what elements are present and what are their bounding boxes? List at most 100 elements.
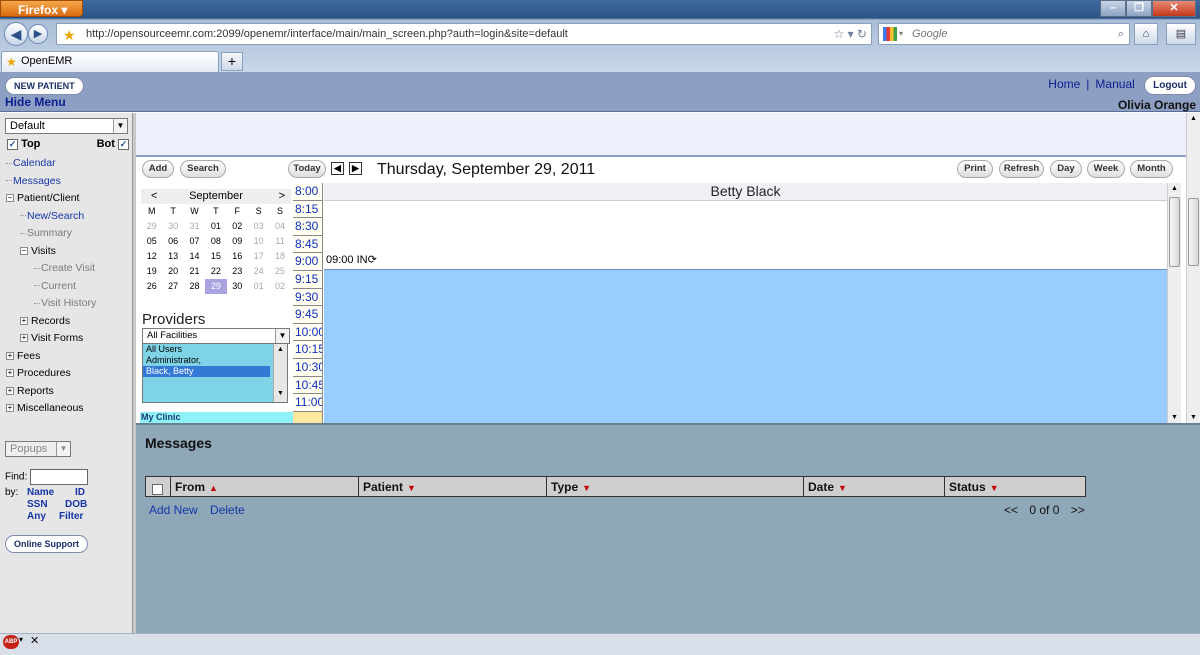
schedule-scrollbar[interactable]: ▲ ▼ <box>1167 183 1181 423</box>
new-patient-button[interactable]: NEW PATIENT <box>5 77 84 95</box>
hide-menu-link[interactable]: Hide Menu <box>5 95 66 109</box>
find-by-name[interactable]: Name <box>27 487 54 498</box>
find-by-id[interactable]: ID <box>75 487 85 498</box>
prev-day-arrow-icon[interactable]: ◀ <box>331 162 344 175</box>
calendar-day[interactable]: 12 <box>141 249 162 264</box>
search-icon[interactable]: ⌕ <box>1118 24 1124 44</box>
top-checkbox[interactable]: ✓ <box>7 138 18 150</box>
calendar-day[interactable]: 23 <box>227 264 248 279</box>
calendar-day[interactable]: 28 <box>184 279 205 294</box>
calendar-day[interactable]: 14 <box>184 249 205 264</box>
column-type[interactable]: Type ▼ <box>547 477 804 496</box>
time-slot-label[interactable]: 10:15 <box>293 341 322 359</box>
restore-button[interactable]: ❐ <box>1126 0 1152 17</box>
pager-prev[interactable]: << <box>1004 503 1018 517</box>
back-button[interactable]: ◀ <box>4 22 28 46</box>
scroll-down-icon[interactable]: ▼ <box>1187 414 1200 421</box>
expand-icon[interactable]: + <box>20 316 28 325</box>
find-by-dob[interactable]: DOB <box>65 499 87 510</box>
toolbar-menu-icon[interactable]: ▤ <box>1166 23 1196 45</box>
schedule-slots-in-office[interactable] <box>324 269 1167 423</box>
calendar-day[interactable]: 18 <box>269 249 290 264</box>
expand-icon[interactable]: + <box>6 351 14 360</box>
day-view-button[interactable]: Day <box>1050 160 1082 178</box>
firefox-menu-button[interactable]: Firefox ▾ <box>0 0 83 17</box>
calendar-day[interactable]: 06 <box>162 234 183 249</box>
time-slot-label[interactable]: 9:30 <box>293 288 322 307</box>
scroll-up-icon[interactable]: ▲ <box>1187 115 1200 122</box>
bookmark-star-icon[interactable]: ★ <box>63 25 76 45</box>
close-icon[interactable]: ✕ <box>30 634 39 647</box>
calendar-day[interactable]: 08 <box>205 234 226 249</box>
calendar-day[interactable]: 17 <box>248 249 269 264</box>
nav-item-reports[interactable]: + Reports <box>6 383 132 401</box>
column-status[interactable]: Status ▼ <box>945 477 1085 496</box>
nav-item-visits[interactable]: − Visits <box>6 243 132 261</box>
calendar-day[interactable]: 01 <box>205 219 226 234</box>
home-link[interactable]: Home <box>1048 77 1080 91</box>
time-slot-label[interactable]: 8:30 <box>293 218 322 236</box>
logout-button[interactable]: Logout <box>1144 76 1196 95</box>
facility-select[interactable]: All Facilities ▼ <box>142 328 290 344</box>
find-by-ssn[interactable]: SSN <box>27 499 48 510</box>
schedule-grid[interactable]: Betty Black 09:00 IN⟳ <box>324 183 1167 423</box>
calendar-day[interactable]: 27 <box>162 279 183 294</box>
time-slot-label[interactable]: 8:15 <box>293 200 322 219</box>
nav-item-procedures[interactable]: + Procedures <box>6 365 132 383</box>
provider-option[interactable]: Black, Betty <box>143 366 270 377</box>
calendar-day[interactable]: 31 <box>184 219 205 234</box>
find-input[interactable] <box>30 469 89 485</box>
nav-item-messages[interactable]: Messages <box>6 173 132 191</box>
frame-scrollbar[interactable]: ▲ ▼ <box>1186 113 1200 423</box>
month-view-button[interactable]: Month <box>1130 160 1173 178</box>
calendar-day[interactable]: 05 <box>141 234 162 249</box>
calendar-day[interactable]: 25 <box>269 264 290 279</box>
column-from[interactable]: From ▲ <box>171 477 359 496</box>
prev-month-button[interactable]: < <box>151 189 157 203</box>
manual-link[interactable]: Manual <box>1095 77 1134 91</box>
reload-icon[interactable]: ☆ ▾ ↻ <box>833 24 867 44</box>
minimize-button[interactable]: – <box>1100 0 1126 17</box>
pager-next[interactable]: >> <box>1071 503 1085 517</box>
search-engine-dropdown-icon[interactable]: ▾ <box>899 24 903 44</box>
expand-icon[interactable]: + <box>6 404 14 413</box>
calendar-day[interactable]: 11 <box>269 234 290 249</box>
time-slot-label[interactable]: 8:45 <box>293 235 322 254</box>
collapse-icon[interactable]: − <box>6 194 14 203</box>
search-button[interactable]: Search <box>180 160 226 178</box>
nav-item-patient-client[interactable]: − Patient/Client <box>6 190 132 208</box>
time-slot-label[interactable]: 10:45 <box>293 376 322 395</box>
next-month-button[interactable]: > <box>279 189 285 203</box>
nav-item-fees[interactable]: + Fees <box>6 348 132 366</box>
calendar-day[interactable]: 19 <box>141 264 162 279</box>
provider-option[interactable]: Administrator, <box>146 355 287 366</box>
provider-list-scrollbar[interactable]: ▲ ▼ <box>273 344 287 402</box>
calendar-day[interactable]: 26 <box>141 279 162 294</box>
time-slot-label[interactable]: 8:00 <box>293 183 322 201</box>
find-by-any[interactable]: Any <box>27 511 46 522</box>
time-slot-label[interactable]: 11:00 <box>293 394 322 412</box>
add-new-link[interactable]: Add New <box>149 503 198 517</box>
calendar-day[interactable]: 02 <box>269 279 290 294</box>
scroll-down-icon[interactable]: ▼ <box>1168 414 1181 421</box>
close-window-button[interactable]: ✕ <box>1152 0 1196 17</box>
week-view-button[interactable]: Week <box>1087 160 1125 178</box>
schedule-slots-morning[interactable]: 09:00 IN⟳ <box>324 201 1167 269</box>
calendar-day[interactable]: 04 <box>269 219 290 234</box>
nav-item-records[interactable]: + Records <box>6 313 132 331</box>
calendar-day[interactable]: 24 <box>248 264 269 279</box>
nav-item-calendar[interactable]: Calendar <box>6 155 132 173</box>
google-logo-icon[interactable] <box>883 27 897 41</box>
select-all-checkbox[interactable] <box>152 483 163 495</box>
address-bar[interactable]: ★ http://opensourceemr.com:2099/openemr/… <box>56 23 872 45</box>
next-day-arrow-icon[interactable]: ▶ <box>349 162 362 175</box>
column-patient[interactable]: Patient ▼ <box>359 477 547 496</box>
calendar-day[interactable]: 22 <box>205 264 226 279</box>
find-by-filter[interactable]: Filter <box>59 511 83 522</box>
nav-item-new-search[interactable]: New/Search <box>6 208 132 226</box>
calendar-day[interactable]: 29 <box>141 219 162 234</box>
calendar-day[interactable]: 15 <box>205 249 226 264</box>
nav-item-visit-forms[interactable]: + Visit Forms <box>6 330 132 348</box>
home-icon[interactable]: ⌂ <box>1134 23 1158 45</box>
column-date[interactable]: Date ▼ <box>804 477 945 496</box>
